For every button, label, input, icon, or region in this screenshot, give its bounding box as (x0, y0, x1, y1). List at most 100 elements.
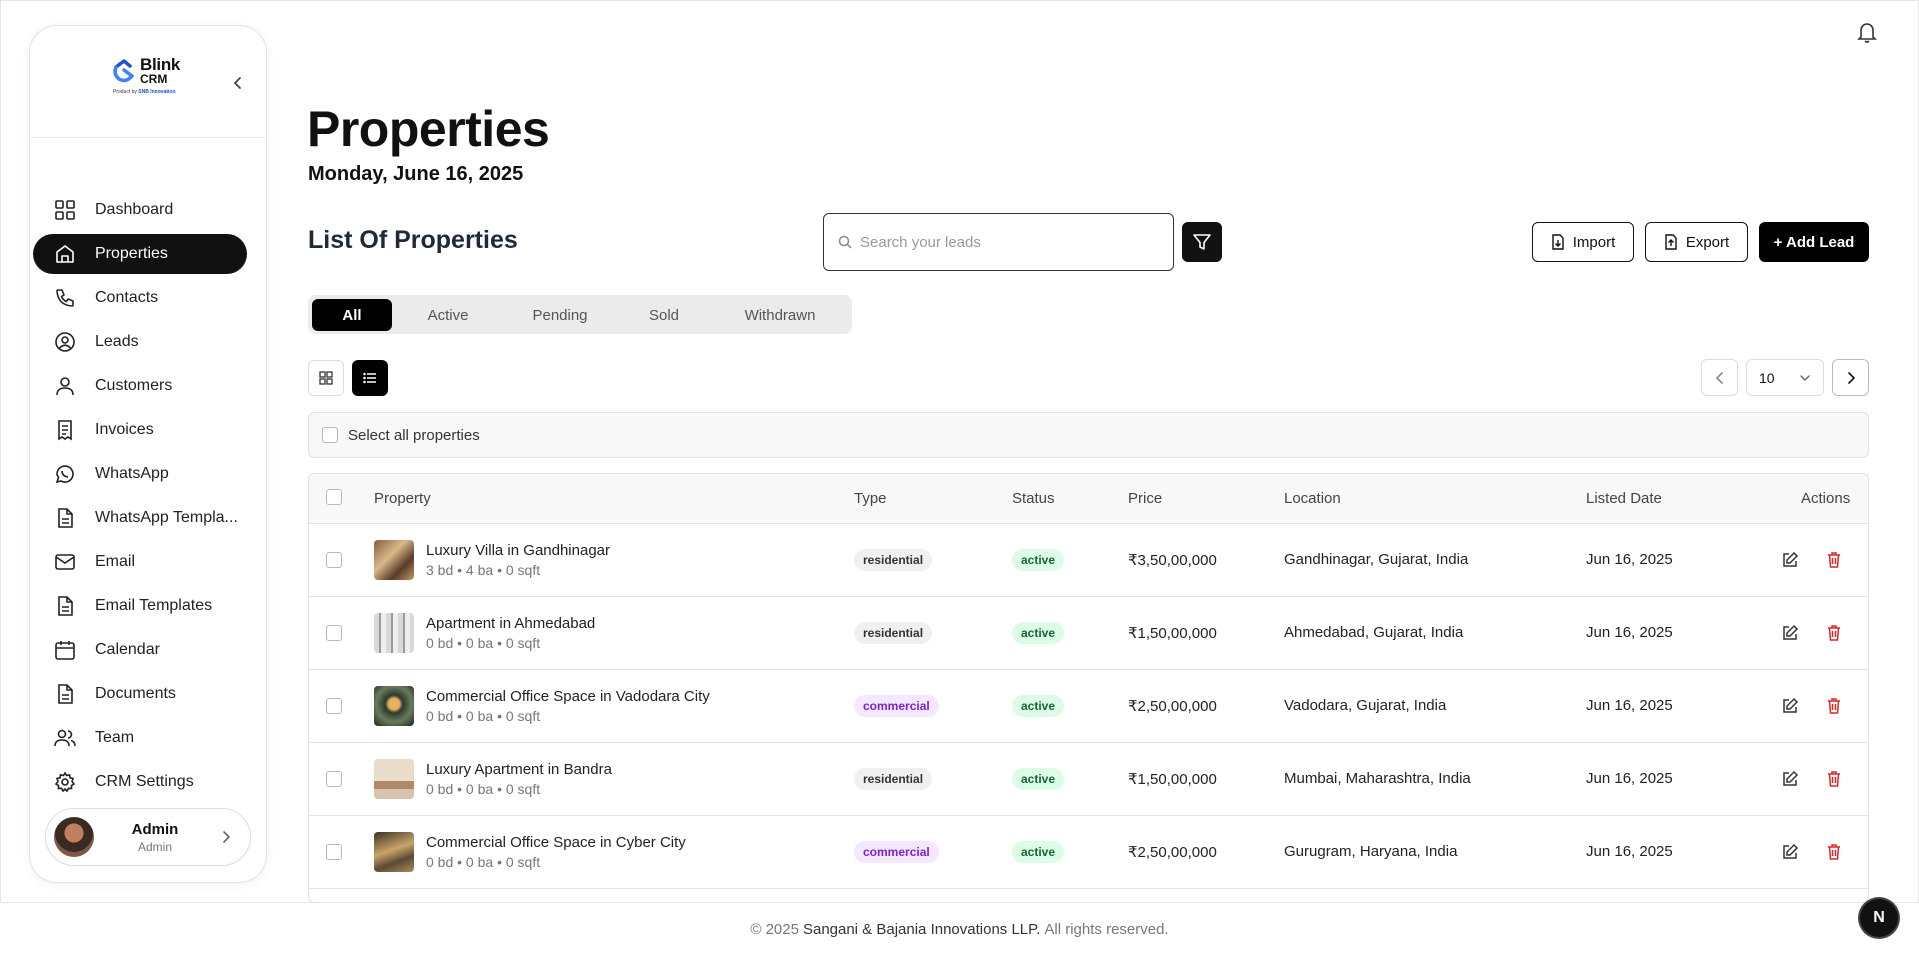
sidebar-item-properties[interactable]: Properties (33, 234, 247, 274)
collapse-sidebar-icon[interactable] (228, 73, 248, 93)
property-location: Vadodara, Gujarat, India (1284, 697, 1447, 714)
document-icon (53, 506, 77, 530)
property-meta: 0 bd • 0 ba • 0 sqft (426, 635, 541, 651)
sidebar-item-calendar[interactable]: Calendar (33, 630, 247, 670)
export-button[interactable]: Export (1645, 222, 1748, 262)
trash-icon[interactable] (1825, 551, 1843, 569)
property-thumbnail (374, 686, 414, 726)
row-checkbox[interactable] (326, 625, 342, 641)
logo-tagline: Product by SNB Innovation (113, 89, 176, 95)
file-import-icon (1552, 234, 1564, 250)
property-name[interactable]: Luxury Villa in Gandhinagar (426, 542, 610, 559)
sidebar-item-label: Documents (95, 685, 176, 702)
search-icon (838, 235, 852, 249)
sidebar-nav: Dashboard Properties Contacts Leads Cust… (33, 190, 247, 806)
gear-icon (53, 770, 77, 794)
trash-icon[interactable] (1825, 624, 1843, 642)
table-row: Commercial Office Space in Vadodara City… (309, 670, 1868, 743)
sidebar-item-crm-settings[interactable]: CRM Settings (33, 762, 247, 802)
search-input[interactable] (860, 233, 1150, 251)
select-all-label: Select all properties (348, 426, 480, 444)
sidebar-item-whatsapp-templates[interactable]: WhatsApp Templa... (33, 498, 247, 538)
user-profile-card[interactable]: Admin Admin (45, 808, 251, 866)
tab-pending[interactable]: Pending (504, 299, 616, 331)
property-name[interactable]: Commercial Office Space in Cyber City (426, 834, 686, 851)
sidebar-item-invoices[interactable]: Invoices (33, 410, 247, 450)
property-name[interactable]: Commercial Office Space in Vadodara City (426, 688, 710, 705)
select-all-checkbox[interactable] (322, 427, 338, 443)
dev-tools-badge[interactable]: N (1860, 899, 1898, 937)
sidebar-item-label: Properties (95, 245, 168, 262)
column-header-type: Type (854, 490, 887, 507)
type-badge: residential (854, 622, 933, 644)
status-tabs: All Active Pending Sold Withdrawn (308, 295, 852, 334)
tab-sold[interactable]: Sold (618, 299, 710, 331)
sidebar-item-contacts[interactable]: Contacts (33, 278, 247, 318)
edit-icon[interactable] (1781, 697, 1799, 715)
leads-icon (53, 330, 77, 354)
sidebar-item-label: Customers (95, 377, 173, 394)
sidebar-item-leads[interactable]: Leads (33, 322, 247, 362)
row-checkbox[interactable] (326, 844, 342, 860)
tagline-company: SNB Innovation (138, 89, 176, 95)
sidebar-item-label: CRM Settings (95, 773, 194, 790)
export-label: Export (1685, 233, 1730, 251)
import-button[interactable]: Import (1532, 222, 1634, 262)
listed-date: Jun 16, 2025 (1586, 551, 1673, 568)
grid-view-button[interactable] (308, 360, 344, 396)
sidebar-item-whatsapp[interactable]: WhatsApp (33, 454, 247, 494)
status-badge: active (1012, 622, 1065, 644)
trash-icon[interactable] (1825, 697, 1843, 715)
property-meta: 0 bd • 0 ba • 0 sqft (426, 708, 541, 724)
page-size-select[interactable]: 10 (1746, 359, 1824, 396)
list-view-button[interactable] (352, 360, 388, 396)
row-checkbox[interactable] (326, 552, 342, 568)
status-badge: active (1012, 768, 1065, 790)
trash-icon[interactable] (1825, 770, 1843, 788)
edit-icon[interactable] (1781, 551, 1799, 569)
property-name[interactable]: Apartment in Ahmedabad (426, 615, 595, 632)
column-header-status: Status (1012, 490, 1055, 507)
sidebar-item-label: Email (95, 553, 136, 570)
sidebar-item-email-templates[interactable]: Email Templates (33, 586, 247, 626)
page-date: Monday, June 16, 2025 (308, 163, 524, 185)
next-page-button[interactable] (1832, 359, 1869, 396)
row-checkbox[interactable] (326, 698, 342, 714)
property-price: ₹1,50,00,000 (1128, 625, 1217, 642)
property-name[interactable]: Luxury Apartment in Bandra (426, 761, 612, 778)
sidebar-item-email[interactable]: Email (33, 542, 247, 582)
header-checkbox[interactable] (326, 489, 342, 505)
property-thumbnail (374, 540, 414, 580)
brand-name: Blink (140, 55, 181, 74)
sidebar-item-customers[interactable]: Customers (33, 366, 247, 406)
edit-icon[interactable] (1781, 843, 1799, 861)
tab-all[interactable]: All (312, 299, 392, 331)
select-all-bar: Select all properties (308, 412, 1869, 458)
row-checkbox[interactable] (326, 771, 342, 787)
listed-date: Jun 16, 2025 (1586, 697, 1673, 714)
blink-crm-logo: Blink CRM (110, 56, 180, 85)
add-lead-button[interactable]: + Add Lead (1759, 222, 1869, 262)
property-location: Gurugram, Haryana, India (1284, 843, 1458, 860)
sidebar-item-label: Email Templates (95, 597, 213, 614)
previous-page-button[interactable] (1701, 359, 1738, 396)
footer-suffix: All rights reserved. (1044, 921, 1169, 938)
property-location: Gandhinagar, Gujarat, India (1284, 551, 1469, 568)
trash-icon[interactable] (1825, 843, 1843, 861)
tab-active[interactable]: Active (394, 299, 502, 331)
sidebar-item-team[interactable]: Team (33, 718, 247, 758)
column-header-location: Location (1284, 490, 1341, 507)
property-price: ₹2,50,00,000 (1128, 698, 1217, 715)
property-meta: 0 bd • 0 ba • 0 sqft (426, 854, 541, 870)
properties-table: Property Type Status Price Location List… (308, 473, 1869, 903)
edit-icon[interactable] (1781, 624, 1799, 642)
status-badge: active (1012, 549, 1065, 571)
notification-bell-icon[interactable] (1856, 20, 1878, 44)
sidebar-item-documents[interactable]: Documents (33, 674, 247, 714)
document-icon (53, 594, 77, 618)
sidebar-item-dashboard[interactable]: Dashboard (33, 190, 247, 230)
filter-button[interactable] (1182, 222, 1222, 262)
tab-withdrawn[interactable]: Withdrawn (712, 299, 848, 331)
sidebar: Blink CRM Product by SNB Innovation Dash… (29, 25, 267, 883)
edit-icon[interactable] (1781, 770, 1799, 788)
